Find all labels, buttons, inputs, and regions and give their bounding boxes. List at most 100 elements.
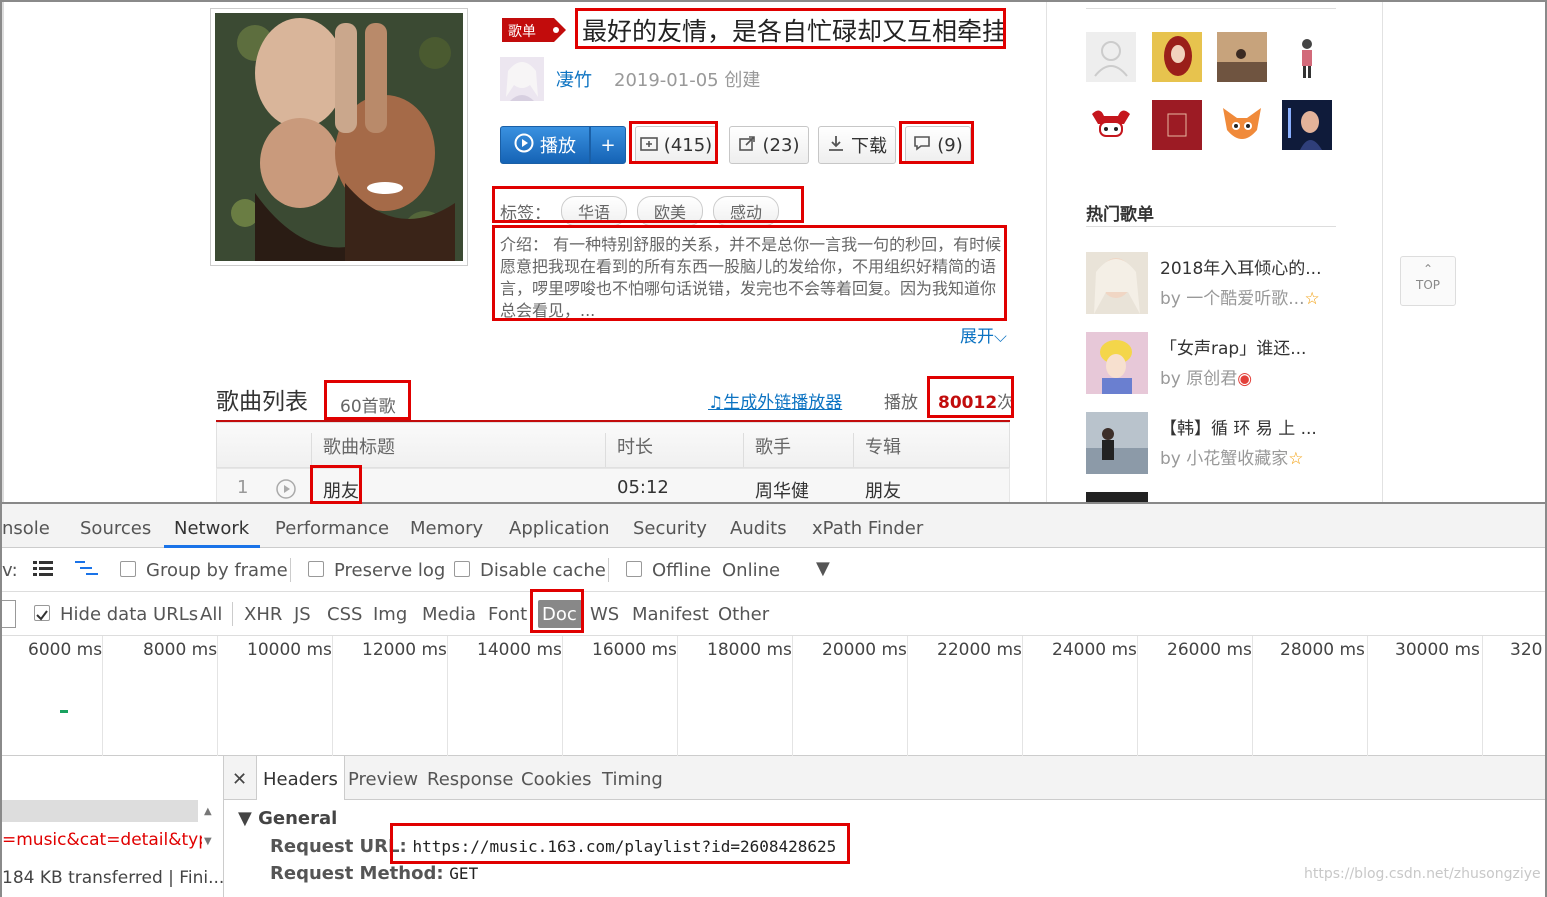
tab-cookies[interactable]: Cookies bbox=[521, 769, 591, 790]
tab-preview[interactable]: Preview bbox=[348, 769, 418, 790]
cover-image bbox=[215, 13, 463, 261]
hot-playlist-title[interactable]: 「女声rap」谁还... bbox=[1160, 334, 1306, 359]
download-button[interactable]: 下载 bbox=[818, 126, 896, 164]
folder-plus-icon bbox=[639, 135, 658, 156]
filter-font[interactable]: Font bbox=[488, 604, 527, 625]
hot-playlist-author[interactable]: by 一个酷爱听歌...☆ bbox=[1160, 284, 1320, 309]
hot-playlist-author[interactable]: by 原创君◉ bbox=[1160, 364, 1252, 389]
share-button[interactable]: (23) bbox=[729, 126, 809, 164]
tab-sources[interactable]: Sources bbox=[80, 518, 151, 539]
request-timing-mark bbox=[60, 710, 68, 713]
filter-doc[interactable]: Doc bbox=[542, 604, 577, 625]
timeline-tick: 320 bbox=[1510, 640, 1543, 660]
avatar-image bbox=[500, 57, 544, 101]
song-album-link[interactable]: 朋友 bbox=[865, 477, 901, 502]
add-to-queue-button[interactable]: + bbox=[590, 126, 626, 164]
filter-other[interactable]: Other bbox=[718, 604, 769, 625]
filter-ws[interactable]: WS bbox=[590, 604, 619, 625]
disable-cache-checkbox[interactable] bbox=[454, 561, 470, 577]
subscriber-avatar[interactable] bbox=[1086, 32, 1136, 82]
scroll-up-icon[interactable]: ▲ bbox=[204, 806, 212, 817]
waterfall-icon[interactable] bbox=[74, 558, 100, 583]
dropdown-arrow-icon[interactable]: ▼ bbox=[816, 558, 830, 579]
subscriber-avatar[interactable] bbox=[1217, 100, 1267, 150]
filter-manifest[interactable]: Manifest bbox=[632, 604, 709, 625]
tag-pill[interactable]: 欧美 bbox=[637, 196, 704, 226]
play-circle-icon[interactable] bbox=[275, 478, 297, 502]
hot-playlist-cover[interactable] bbox=[1086, 412, 1148, 474]
filter-js[interactable]: JS bbox=[294, 604, 311, 625]
tab-xpath-finder[interactable]: xPath Finder bbox=[812, 518, 923, 539]
tab-security[interactable]: Security bbox=[633, 518, 707, 539]
tab-audits[interactable]: Audits bbox=[730, 518, 787, 539]
back-to-top-button[interactable]: ⌃ TOP bbox=[1400, 256, 1456, 306]
group-by-frame-checkbox[interactable] bbox=[120, 561, 136, 577]
song-artist-link[interactable]: 周华健 bbox=[755, 477, 809, 502]
creator-avatar[interactable] bbox=[500, 57, 544, 101]
offline-checkbox[interactable] bbox=[626, 561, 642, 577]
hot-playlist-title[interactable]: 【韩】循 环 易 上 ... bbox=[1160, 414, 1317, 439]
network-status-bar: 184 KB transferred | Fini... bbox=[2, 868, 225, 888]
general-section-toggle[interactable]: ▼ General bbox=[238, 808, 337, 829]
share-icon bbox=[738, 135, 757, 156]
left-edge bbox=[2, 2, 4, 502]
tab-network[interactable]: Network bbox=[174, 518, 249, 539]
hot-playlist-cover[interactable] bbox=[1086, 332, 1148, 394]
timeline-grid bbox=[102, 636, 103, 756]
network-timeline[interactable]: 6000 ms 8000 ms 10000 ms 12000 ms 14000 … bbox=[2, 636, 1545, 756]
list-view-icon[interactable] bbox=[32, 558, 54, 583]
timeline-grid bbox=[792, 636, 793, 756]
request-headers-content: ▼ General Request URL: https://music.163… bbox=[224, 800, 1545, 897]
filter-xhr[interactable]: XHR bbox=[244, 604, 282, 625]
preserve-log-checkbox[interactable] bbox=[308, 561, 324, 577]
song-title-link[interactable]: 朋友 bbox=[323, 477, 359, 502]
favorite-button[interactable]: (415) bbox=[635, 126, 717, 164]
timeline-grid bbox=[217, 636, 218, 756]
subscriber-avatar[interactable] bbox=[1217, 32, 1267, 82]
devtools-tabbar: nsole Sources Network Performance Memory… bbox=[2, 504, 1545, 548]
subscriber-avatar[interactable] bbox=[1152, 32, 1202, 82]
tab-application[interactable]: Application bbox=[509, 518, 610, 539]
filter-media[interactable]: Media bbox=[422, 604, 476, 625]
expand-link[interactable]: 展开⌵ bbox=[960, 322, 1007, 347]
tag-pill[interactable]: 感动 bbox=[713, 196, 780, 226]
col-artist: 歌手 bbox=[755, 437, 791, 458]
hot-playlist-cover[interactable] bbox=[1086, 252, 1148, 314]
hot-playlist-cover[interactable] bbox=[1086, 492, 1148, 502]
external-player-link[interactable]: ♫生成外链播放器 bbox=[708, 388, 842, 413]
close-icon[interactable]: ✕ bbox=[232, 769, 247, 790]
timeline-tick: 14000 ms bbox=[477, 640, 562, 660]
plus-icon: + bbox=[600, 134, 616, 156]
subscriber-avatar[interactable] bbox=[1152, 100, 1202, 150]
tab-response[interactable]: Response bbox=[427, 769, 513, 790]
tab-performance[interactable]: Performance bbox=[275, 518, 389, 539]
filter-input[interactable] bbox=[2, 600, 16, 628]
filter-all[interactable]: All bbox=[200, 604, 222, 625]
subscriber-avatar[interactable] bbox=[1282, 100, 1332, 150]
filter-img[interactable]: Img bbox=[373, 604, 407, 625]
table-row[interactable]: 1 朋友 05:12 周华健 朋友 bbox=[216, 468, 1010, 502]
scroll-down-icon[interactable]: ▼ bbox=[204, 836, 212, 847]
subscriber-avatar[interactable] bbox=[1282, 32, 1332, 82]
hide-data-urls-checkbox[interactable] bbox=[34, 605, 50, 621]
play-button[interactable]: 播放 bbox=[500, 126, 590, 164]
tab-timing[interactable]: Timing bbox=[602, 769, 663, 790]
tab-memory[interactable]: Memory bbox=[410, 518, 483, 539]
request-list-pane: ▲ =music&cat=detail&typ ▼ 184 KB transfe… bbox=[2, 756, 224, 897]
hot-playlist-author[interactable]: by 小花蟹收藏家☆ bbox=[1160, 444, 1304, 469]
request-list-item[interactable]: =music&cat=detail&typ bbox=[2, 830, 202, 850]
col-duration: 时长 bbox=[617, 437, 653, 458]
playlist-cover[interactable] bbox=[210, 8, 468, 266]
creator-name-link[interactable]: 凄竹 bbox=[556, 66, 592, 92]
comment-icon bbox=[913, 135, 931, 156]
throttling-select[interactable]: Online bbox=[722, 560, 780, 581]
tab-console[interactable]: nsole bbox=[2, 518, 50, 539]
filter-css[interactable]: CSS bbox=[327, 604, 362, 625]
comment-button[interactable]: (9) bbox=[905, 126, 971, 164]
view-label: v: bbox=[2, 560, 18, 581]
star-icon: ☆ bbox=[1288, 449, 1304, 469]
subscriber-avatar[interactable] bbox=[1086, 100, 1136, 150]
hot-playlist-title[interactable]: 2018年入耳倾心的... bbox=[1160, 254, 1321, 279]
tag-pill[interactable]: 华语 bbox=[561, 196, 628, 226]
tab-headers[interactable]: Headers bbox=[256, 756, 345, 800]
